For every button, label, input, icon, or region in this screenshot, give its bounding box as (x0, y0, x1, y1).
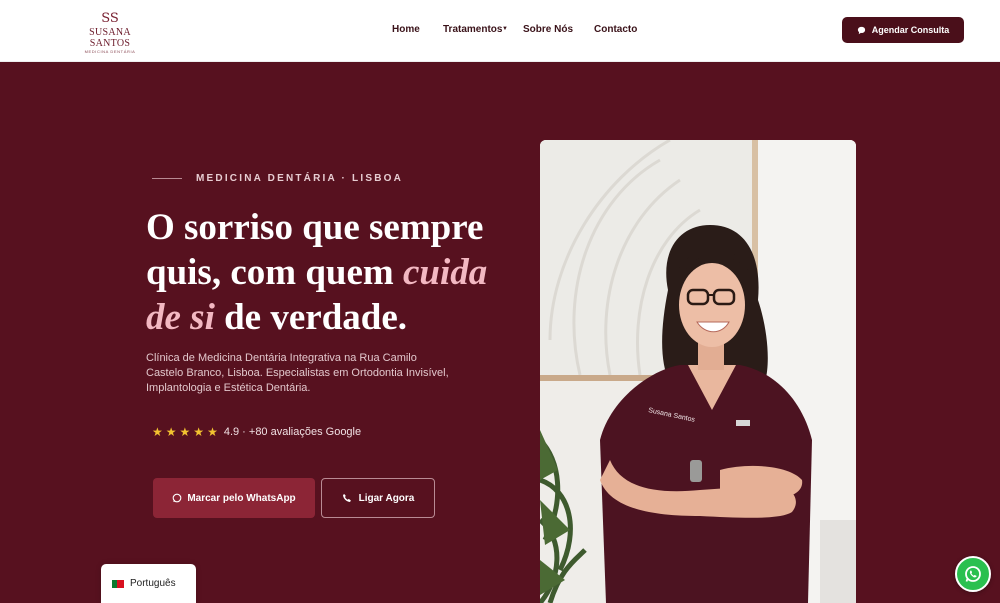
site-header: SS SUSANA SANTOS MEDICINA DENTÁRIA Home … (0, 0, 1000, 62)
agendar-consulta-button[interactable]: Agendar Consulta (842, 17, 964, 43)
nav-contacto[interactable]: Contacto (594, 24, 637, 35)
hero-kicker: MEDICINA DENTÁRIA · LISBOA (196, 173, 404, 184)
logo-mark: SS (101, 11, 119, 26)
kicker-divider (152, 178, 182, 179)
chat-bubble-icon (857, 26, 865, 34)
nav-home[interactable]: Home (392, 24, 420, 35)
chevron-down-icon[interactable]: ▼ (502, 26, 508, 32)
agendar-consulta-label: Agendar Consulta (871, 25, 950, 35)
hero-headline: O sorriso que sempre quis, com quem cuid… (146, 205, 506, 340)
phone-icon (342, 494, 351, 502)
logo[interactable]: SS SUSANA SANTOS MEDICINA DENTÁRIA (74, 12, 146, 55)
nav-sobre-nos[interactable]: Sobre Nós (523, 24, 573, 35)
call-now-button[interactable]: Ligar Agora (321, 478, 435, 518)
nav-tratamentos[interactable]: Tratamentos (443, 24, 502, 35)
portugal-flag-icon (112, 579, 124, 588)
star-icon: ★ (165, 425, 177, 439)
hero-photo: Susana Santos (540, 140, 856, 603)
whatsapp-booking-label: Marcar pelo WhatsApp (187, 492, 296, 504)
google-rating: ★ ★ ★ ★ ★ 4.9 · +80 avaliações Google (152, 426, 361, 438)
logo-name: SUSANA SANTOS (89, 27, 131, 49)
chat-bubble-icon (172, 493, 182, 503)
star-icon: ★ (207, 425, 218, 439)
logo-tagline: MEDICINA DENTÁRIA (84, 49, 136, 54)
headline-part-2: de verdade. (214, 297, 408, 338)
star-icon: ★ (193, 425, 205, 439)
call-now-label: Ligar Agora (358, 492, 415, 504)
whatsapp-booking-button[interactable]: Marcar pelo WhatsApp (153, 478, 315, 518)
star-icon: ★ (179, 425, 191, 439)
rating-text: 4.9 · +80 avaliações Google (223, 426, 362, 438)
language-label: Português (130, 578, 176, 589)
hero-description: Clínica de Medicina Dentária Integrativa… (146, 352, 449, 394)
whatsapp-icon (965, 566, 981, 582)
language-switcher[interactable]: Português (101, 564, 196, 603)
star-icon: ★ (152, 425, 163, 439)
dentist-portrait: Susana Santos (540, 140, 856, 603)
whatsapp-float-button[interactable] (955, 556, 991, 592)
